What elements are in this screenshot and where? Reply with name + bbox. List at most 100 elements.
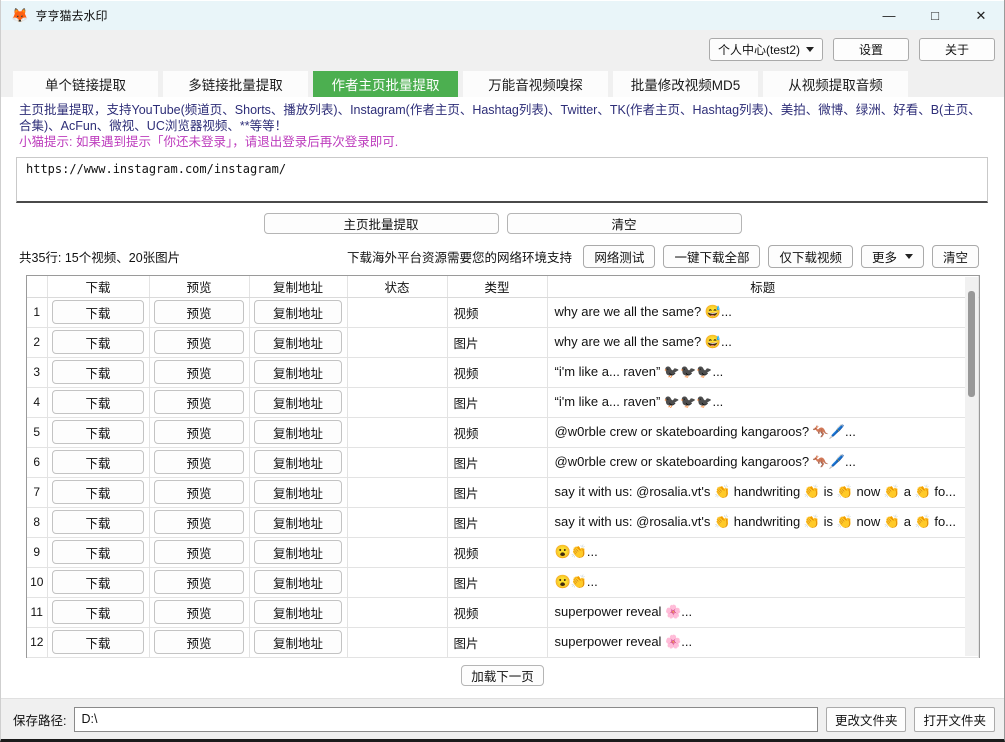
row-copy-button[interactable]: 复制地址 <box>254 420 342 444</box>
row-copy-button[interactable]: 复制地址 <box>254 480 342 504</box>
save-path-input[interactable] <box>74 707 817 732</box>
row-download-button[interactable]: 下载 <box>52 570 144 594</box>
row-preview-button[interactable]: 预览 <box>154 600 244 624</box>
tab-author-homepage[interactable]: 作者主页批量提取 <box>313 71 458 97</box>
row-preview-button[interactable]: 预览 <box>154 570 244 594</box>
primary-actions: 主页批量提取 清空 <box>1 213 1004 234</box>
table-header-row: 下载 预览 复制地址 状态 类型 标题 <box>27 276 979 297</box>
row-copy-button[interactable]: 复制地址 <box>254 510 342 534</box>
row-copy-button[interactable]: 复制地址 <box>254 390 342 414</box>
row-preview-button[interactable]: 预览 <box>154 420 244 444</box>
settings-button[interactable]: 设置 <box>833 38 909 61</box>
row-title: why are we all the same? 😅... <box>547 297 979 327</box>
row-download-button[interactable]: 下载 <box>52 540 144 564</box>
app-icon: 🦊 <box>11 7 28 24</box>
url-input[interactable]: https://www.instagram.com/instagram/ <box>16 157 988 203</box>
maximize-button[interactable]: □ <box>912 1 958 30</box>
app-window: 🦊 亨亨猫去水印 — □ ✕ 个人中心(test2) 设置 关于 单个链接提取 … <box>0 0 1005 742</box>
row-preview-button[interactable]: 预览 <box>154 510 244 534</box>
row-status <box>347 447 447 477</box>
row-download-button[interactable]: 下载 <box>52 600 144 624</box>
row-preview-button[interactable]: 预览 <box>154 360 244 384</box>
row-number: 11 <box>27 597 47 627</box>
row-copy-button[interactable]: 复制地址 <box>254 330 342 354</box>
row-copy-button[interactable]: 复制地址 <box>254 600 342 624</box>
row-preview-button[interactable]: 预览 <box>154 390 244 414</box>
tab-multi-link[interactable]: 多链接批量提取 <box>163 71 308 97</box>
row-download-button[interactable]: 下载 <box>52 330 144 354</box>
row-number: 5 <box>27 417 47 447</box>
network-test-button[interactable]: 网络测试 <box>583 245 655 268</box>
row-copy-button[interactable]: 复制地址 <box>254 540 342 564</box>
row-copy-button[interactable]: 复制地址 <box>254 570 342 594</box>
scrollbar-thumb[interactable] <box>968 291 975 397</box>
change-folder-button[interactable]: 更改文件夹 <box>826 707 907 732</box>
row-download-button[interactable]: 下载 <box>52 420 144 444</box>
download-videos-only-button[interactable]: 仅下载视频 <box>768 245 853 268</box>
row-status <box>347 417 447 447</box>
clear-input-button[interactable]: 清空 <box>507 213 742 234</box>
open-folder-button[interactable]: 打开文件夹 <box>914 707 995 732</box>
row-preview-button[interactable]: 预览 <box>154 540 244 564</box>
table-row: 6 下载 预览 复制地址 图片 @w0rble crew or skateboa… <box>27 447 979 477</box>
save-path-label: 保存路径: <box>13 710 66 729</box>
tab-extract-audio[interactable]: 从视频提取音频 <box>763 71 908 97</box>
row-download-button[interactable]: 下载 <box>52 450 144 474</box>
user-center-label: 个人中心(test2) <box>718 41 800 58</box>
table-row: 1 下载 预览 复制地址 视频 why are we all the same?… <box>27 297 979 327</box>
header-copy: 复制地址 <box>249 276 347 297</box>
row-status <box>347 537 447 567</box>
extract-homepage-button[interactable]: 主页批量提取 <box>264 213 499 234</box>
row-preview-button[interactable]: 预览 <box>154 330 244 354</box>
tab-md5[interactable]: 批量修改视频MD5 <box>613 71 758 97</box>
table-row: 7 下载 预览 复制地址 图片 say it with us: @rosalia… <box>27 477 979 507</box>
user-center-dropdown[interactable]: 个人中心(test2) <box>709 38 823 61</box>
row-download-button[interactable]: 下载 <box>52 360 144 384</box>
table-row: 2 下载 预览 复制地址 图片 why are we all the same?… <box>27 327 979 357</box>
row-status <box>347 567 447 597</box>
row-download-button[interactable]: 下载 <box>52 390 144 414</box>
row-title: say it with us: @rosalia.vt's 👏 handwrit… <box>547 477 979 507</box>
row-type: 视频 <box>447 297 547 327</box>
tab-single-link[interactable]: 单个链接提取 <box>13 71 158 97</box>
download-all-button[interactable]: 一键下载全部 <box>663 245 760 268</box>
header-type: 类型 <box>447 276 547 297</box>
row-status <box>347 297 447 327</box>
table-scrollbar[interactable] <box>965 277 978 656</box>
row-type: 视频 <box>447 357 547 387</box>
about-button[interactable]: 关于 <box>919 38 995 61</box>
table-row: 10 下载 预览 复制地址 图片 😮👏... <box>27 567 979 597</box>
row-status <box>347 597 447 627</box>
tab-sniffer[interactable]: 万能音视频嗅探 <box>463 71 608 97</box>
row-status <box>347 357 447 387</box>
row-download-button[interactable]: 下载 <box>52 510 144 534</box>
clear-table-button[interactable]: 清空 <box>932 245 979 268</box>
close-button[interactable]: ✕ <box>958 1 1004 30</box>
row-preview-button[interactable]: 预览 <box>154 480 244 504</box>
hint-text: 小猫提示: 如果遇到提示「你还未登录」，请退出登录后再次登录即可. <box>19 135 988 151</box>
row-copy-button[interactable]: 复制地址 <box>254 630 342 654</box>
row-title: say it with us: @rosalia.vt's 👏 handwrit… <box>547 507 979 537</box>
row-preview-button[interactable]: 预览 <box>154 630 244 654</box>
table-row: 5 下载 预览 复制地址 视频 @w0rble crew or skateboa… <box>27 417 979 447</box>
row-title: superpower reveal 🌸... <box>547 627 979 657</box>
header-index <box>27 276 47 297</box>
row-title: 😮👏... <box>547 567 979 597</box>
row-copy-button[interactable]: 复制地址 <box>254 450 342 474</box>
row-download-button[interactable]: 下载 <box>52 630 144 654</box>
row-preview-button[interactable]: 预览 <box>154 300 244 324</box>
minimize-button[interactable]: — <box>866 1 912 30</box>
row-download-button[interactable]: 下载 <box>52 300 144 324</box>
window-title: 亨亨猫去水印 <box>35 7 107 24</box>
row-preview-button[interactable]: 预览 <box>154 450 244 474</box>
row-number: 3 <box>27 357 47 387</box>
row-status <box>347 327 447 357</box>
more-dropdown-button[interactable]: 更多 <box>861 245 924 268</box>
table-row: 3 下载 预览 复制地址 视频 “i'm like a... raven” 🐦‍… <box>27 357 979 387</box>
row-copy-button[interactable]: 复制地址 <box>254 360 342 384</box>
row-title: superpower reveal 🌸... <box>547 597 979 627</box>
header-preview: 预览 <box>149 276 249 297</box>
row-copy-button[interactable]: 复制地址 <box>254 300 342 324</box>
row-download-button[interactable]: 下载 <box>52 480 144 504</box>
load-next-page-button[interactable]: 加载下一页 <box>461 665 544 686</box>
